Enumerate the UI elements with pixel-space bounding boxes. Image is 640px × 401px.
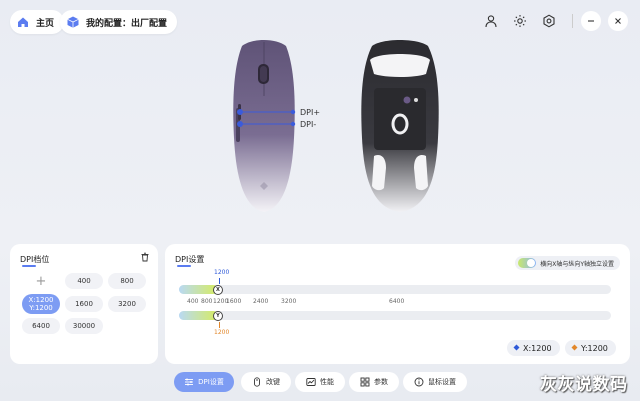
grid-icon — [360, 377, 370, 387]
dpi-slot-3200[interactable]: 3200 — [108, 296, 146, 312]
app-window: 主页 我的配置：出厂配置 DPI+ DPI- DPI档位 + 400 800 X… — [0, 0, 640, 401]
home-icon — [16, 15, 30, 29]
close-button[interactable] — [608, 11, 628, 31]
y-marker-line — [219, 322, 220, 328]
x-slider-thumb[interactable]: X — [212, 284, 223, 295]
dpi-slot-6400[interactable]: 6400 — [22, 318, 60, 334]
tick-3200: 3200 — [281, 298, 297, 305]
independent-xy-label: 横向X轴与纵向Y轴独立设置 — [540, 260, 614, 268]
tick-400: 400 — [187, 298, 199, 305]
nav-key-remap-label: 改键 — [266, 378, 280, 386]
dpi-slot-400[interactable]: 400 — [65, 273, 103, 289]
x-marker-line — [219, 278, 220, 284]
y-coord-label: Y:1200 — [581, 343, 608, 353]
title-underline — [22, 265, 36, 267]
dpi-slot-1200-active[interactable]: X:1200 Y:1200 — [22, 294, 60, 314]
nav-performance-label: 性能 — [320, 378, 334, 386]
mouse-icon — [252, 377, 262, 387]
settings-icon[interactable] — [540, 12, 558, 30]
dpi-slot-30000[interactable]: 30000 — [65, 318, 103, 334]
mouse-top-view — [233, 40, 295, 212]
y-dpi-slider[interactable] — [179, 311, 611, 320]
nav-dpi-label: DPI设置 — [198, 378, 224, 386]
nav-key-remap[interactable]: 改键 — [241, 372, 291, 392]
brightness-icon[interactable] — [511, 12, 529, 30]
trash-icon[interactable] — [140, 252, 150, 262]
tick-1600: 1600 — [226, 298, 242, 305]
nav-parameters-label: 参数 — [374, 378, 388, 386]
watermark: 灰灰说数码 — [540, 375, 628, 395]
nav-mouse-settings[interactable]: 鼠标设置 — [403, 372, 467, 392]
cube-icon — [66, 15, 80, 29]
dpi-slot-1600[interactable]: 1600 — [65, 296, 103, 312]
user-icon[interactable] — [482, 12, 500, 30]
dpi-settings-panel: DPI设置 横向X轴与纵向Y轴独立设置 1200 X 400 800 1200 … — [165, 244, 630, 364]
x-coord-label: X:1200 — [523, 343, 552, 353]
y-coord-button[interactable]: Y:1200 — [565, 340, 616, 356]
dpi-slots-title: DPI档位 — [20, 255, 50, 264]
x-dpi-slider[interactable] — [179, 285, 611, 294]
home-label: 主页 — [36, 18, 55, 29]
dpi-slots-panel: DPI档位 + 400 800 X:1200 Y:1200 1600 3200 … — [10, 244, 158, 364]
titlebar-divider — [572, 14, 573, 28]
mouse-bottom-view — [361, 40, 439, 212]
mouse-preview: DPI+ DPI- — [190, 38, 470, 216]
tick-800: 800 — [201, 298, 213, 305]
sliders-icon — [184, 377, 194, 387]
nav-parameters[interactable]: 参数 — [349, 372, 399, 392]
nav-dpi-settings[interactable]: DPI设置 — [174, 372, 234, 392]
config-selector[interactable]: 我的配置：出厂配置 — [60, 10, 178, 34]
plus-icon: + — [35, 273, 47, 289]
y-slider-thumb[interactable]: Y — [212, 310, 223, 321]
independent-xy-toggle[interactable]: 横向X轴与纵向Y轴独立设置 — [515, 256, 620, 270]
dpi-plus-label: DPI+ — [300, 108, 321, 117]
info-icon — [414, 377, 424, 387]
config-label: 我的配置：出厂配置 — [86, 18, 168, 29]
dpi-slot-800[interactable]: 800 — [108, 273, 146, 289]
x-coord-button[interactable]: X:1200 — [507, 340, 560, 356]
diamond-icon-orange — [571, 344, 578, 353]
dpi-settings-title: DPI设置 — [175, 255, 205, 264]
toggle-switch[interactable] — [518, 258, 537, 268]
title-underline — [177, 265, 191, 267]
x-dpi-value: 1200 — [214, 269, 230, 276]
nav-mouse-settings-label: 鼠标设置 — [428, 378, 456, 386]
nav-performance[interactable]: 性能 — [295, 372, 345, 392]
close-icon — [615, 18, 621, 24]
minimize-button[interactable] — [581, 11, 601, 31]
tick-2400: 2400 — [253, 298, 269, 305]
tick-6400: 6400 — [389, 298, 405, 305]
minimize-icon — [588, 20, 594, 22]
y-dpi-value: 1200 — [214, 329, 230, 336]
add-dpi-button[interactable]: + — [22, 273, 60, 289]
diamond-icon-blue — [513, 344, 520, 353]
home-button[interactable]: 主页 — [10, 10, 65, 34]
dpi-minus-label: DPI- — [300, 120, 317, 129]
performance-icon — [306, 377, 316, 387]
